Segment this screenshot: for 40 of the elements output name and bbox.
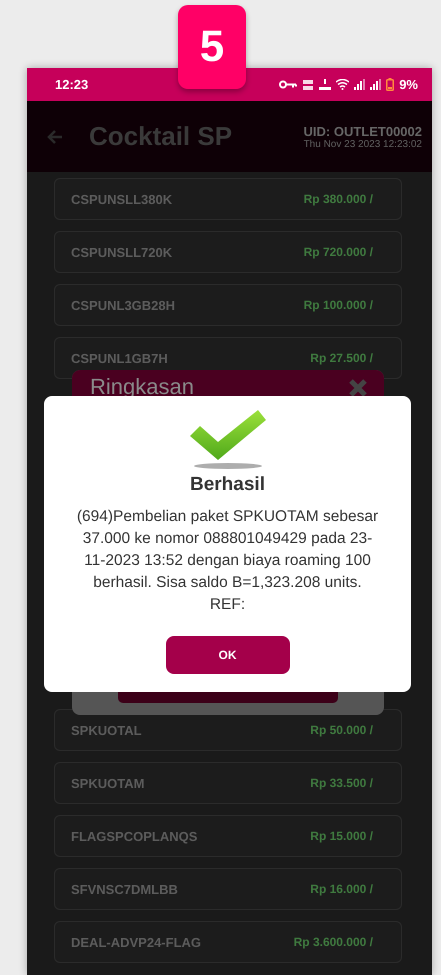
- product-price: Rp 3.600.000 /: [294, 935, 373, 949]
- date-time: Thu Nov 23 2023 12:23:02: [304, 138, 422, 150]
- product-item[interactable]: SPKUOTAM Rp 33.500 /: [54, 762, 402, 804]
- user-id: UID: OUTLET00002: [304, 124, 422, 138]
- product-price: Rp 27.500 /: [310, 351, 373, 365]
- product-item[interactable]: CSPUNL3GB28H Rp 100.000 /: [54, 284, 402, 326]
- ok-button[interactable]: OK: [166, 636, 290, 674]
- product-price: Rp 15.000 /: [310, 829, 373, 843]
- close-icon[interactable]: [348, 378, 368, 398]
- product-price: Rp 16.000 /: [310, 882, 373, 896]
- product-price: Rp 100.000 /: [304, 298, 373, 312]
- dialog-title: Berhasil: [190, 474, 265, 496]
- product-price: Rp 33.500 /: [310, 776, 373, 790]
- product-item[interactable]: FLAGSPCOPLANQS Rp 15.000 /: [54, 815, 402, 857]
- battery-icon: [386, 78, 394, 91]
- product-code: SPKUOTAL: [71, 722, 143, 738]
- step-badge: 5: [178, 5, 246, 89]
- product-code: SFVNSC7DMLBB: [71, 882, 179, 896]
- key-icon: [279, 80, 298, 89]
- wifi-icon: [336, 79, 350, 90]
- product-code: DEAL-ADVP24-FLAG: [71, 934, 202, 950]
- product-item[interactable]: CSPUNSLL720K Rp 720.000 /: [54, 231, 402, 273]
- product-code: SPKUOTAM: [71, 776, 146, 790]
- product-price: Rp 50.000 /: [310, 723, 373, 737]
- product-price: Rp 380.000 /: [304, 192, 373, 206]
- product-code: FLAGSPCOPLANQS: [71, 828, 198, 844]
- product-code: CSPUNL1GB7H: [71, 350, 169, 366]
- product-item[interactable]: CSPUNSLL380K Rp 380.000 /: [54, 178, 402, 220]
- product-item[interactable]: SFVNSC7DMLBB Rp 16.000 /: [54, 868, 402, 910]
- dialog-message: (694)Pembelian paket SPKUOTAM sebesar 37.000 ke nomor 088801049429 pada 23-11-2023 13:52 dengan biaya roaming 100 berhasil. Sisa saldo B=1,323.208 units. REF:: [76, 507, 380, 615]
- product-code: CSPUNL3GB28H: [71, 298, 176, 312]
- battery-percent: 9%: [399, 77, 418, 92]
- signal-icon: [354, 79, 366, 90]
- product-item[interactable]: DEAL-ADVP24-FLAG Rp 3.600.000 /: [54, 921, 402, 963]
- status-time: 12:23: [55, 77, 88, 92]
- product-code: CSPUNSLL380K: [71, 192, 174, 206]
- signal-icon: [370, 79, 382, 90]
- product-price: Rp 720.000 /: [304, 245, 373, 259]
- product-code: CSPUNSLL720K: [71, 244, 174, 260]
- app-title: Cocktail SP: [89, 121, 234, 152]
